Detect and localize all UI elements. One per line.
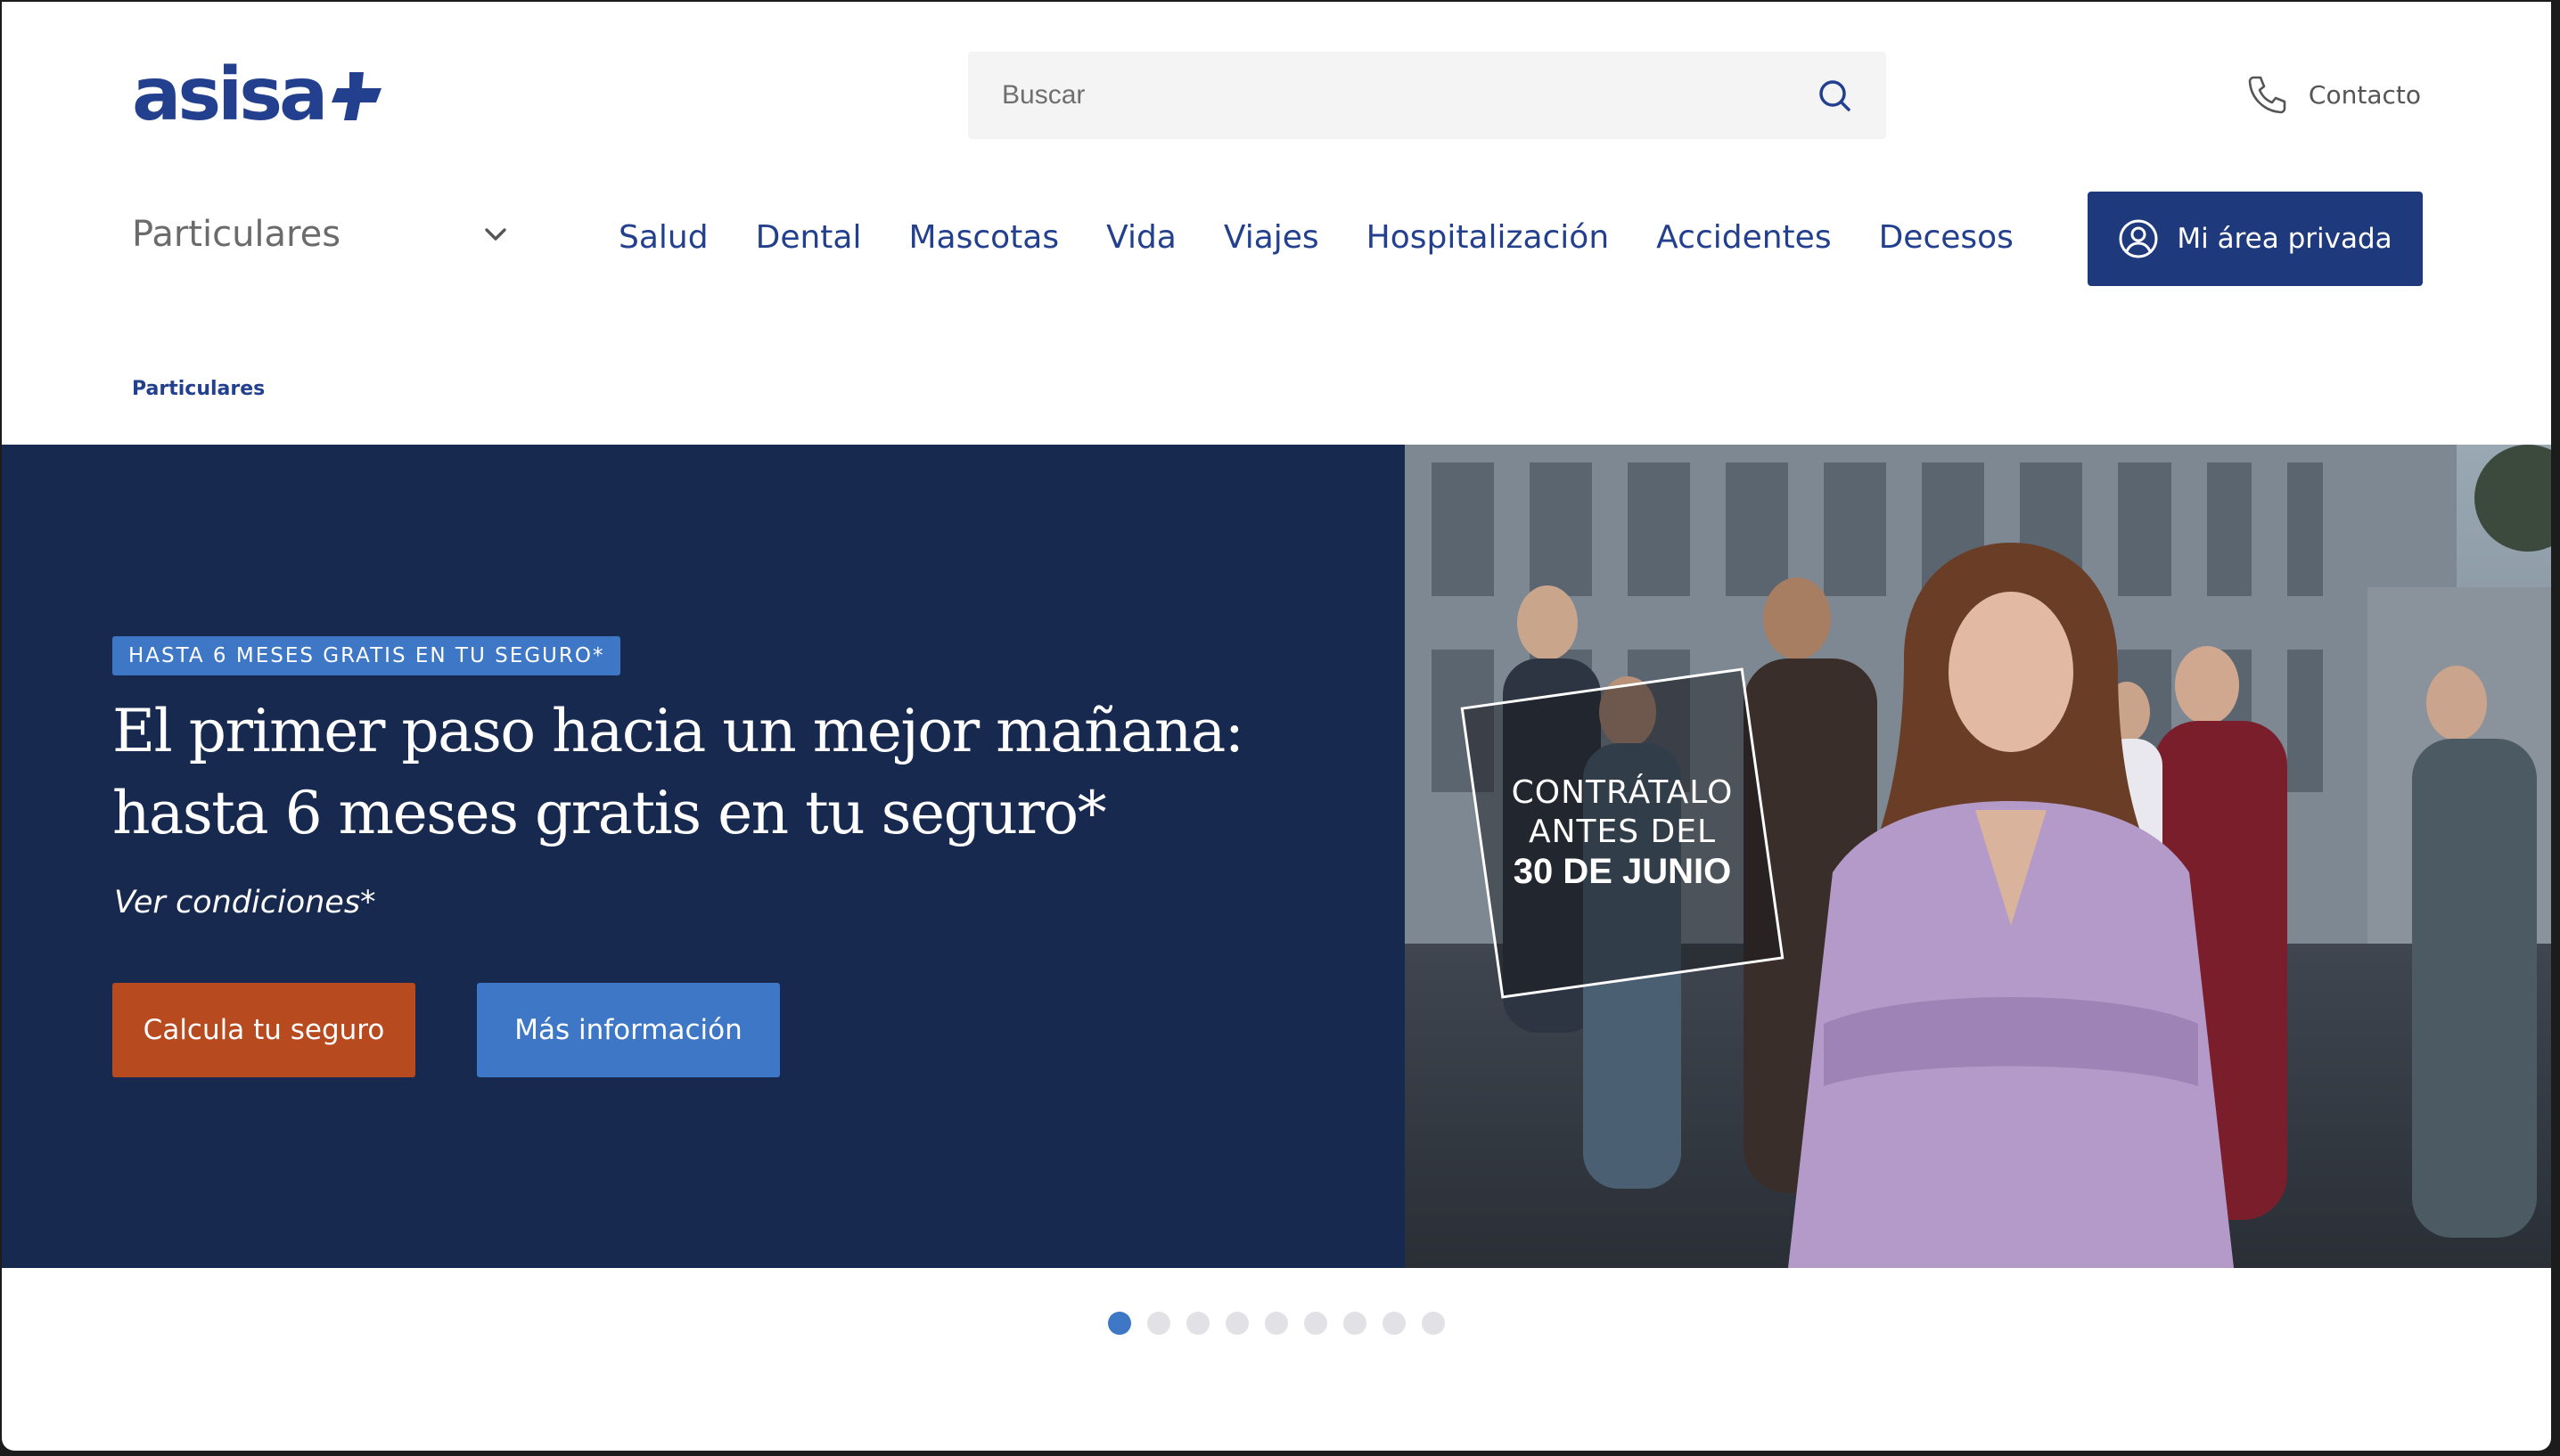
carousel-dot-7[interactable] [1343, 1312, 1366, 1335]
breadcrumb-item-particulares[interactable]: Particulares [132, 378, 265, 400]
carousel-dot-3[interactable] [1186, 1312, 1210, 1335]
search-bar[interactable] [968, 52, 1886, 139]
segment-selector[interactable]: Particulares [132, 203, 515, 266]
carousel-dot-6[interactable] [1304, 1312, 1327, 1335]
contact-label: Contacto [2308, 79, 2421, 110]
stamp-line-3: 30 DE JUNIO [1513, 852, 1732, 891]
hero-title: El primer paso hacia un mejor mañana: ha… [112, 697, 1244, 847]
carousel-dots [1108, 1312, 1445, 1335]
nav-item-salud[interactable]: Salud [619, 219, 709, 256]
carousel-dot-8[interactable] [1383, 1312, 1406, 1335]
asisa-logo[interactable]: asisa [132, 59, 408, 132]
segment-label: Particulares [132, 214, 341, 255]
contact-link[interactable]: Contacto [2244, 70, 2421, 119]
stamp-line-2: ANTES DEL [1528, 814, 1717, 850]
private-area-label: Mi área privada [2177, 223, 2392, 255]
breadcrumb: Particulares [132, 378, 265, 400]
logo-cross-icon [332, 72, 382, 120]
hero-text-panel: HASTA 6 MESES GRATIS EN TU SEGURO* El pr… [2, 445, 1405, 1268]
page: asisa Contacto Particulares Salud Dental… [2, 2, 2551, 1451]
carousel-dot-2[interactable] [1147, 1312, 1170, 1335]
stamp-line-1: CONTRÁTALO [1511, 774, 1734, 811]
nav-item-viajes[interactable]: Viajes [1224, 219, 1319, 256]
logo-wordmark: asisa [132, 53, 328, 137]
carousel-dot-5[interactable] [1265, 1312, 1288, 1335]
deadline-stamp: CONTRÁTALO ANTES DEL 30 DE JUNIO [1460, 667, 1785, 999]
nav-item-hospitalizacion[interactable]: Hospitalización [1366, 219, 1609, 256]
hero-banner: HASTA 6 MESES GRATIS EN TU SEGURO* El pr… [2, 445, 2551, 1268]
chevron-down-icon [485, 228, 506, 241]
more-info-button[interactable]: Más información [477, 983, 780, 1077]
nav-item-accidentes[interactable]: Accidentes [1656, 219, 1831, 256]
private-area-button[interactable]: Mi área privada [2088, 192, 2423, 286]
carousel-dot-1[interactable] [1108, 1312, 1131, 1335]
nav-item-vida[interactable]: Vida [1106, 219, 1177, 256]
carousel-dot-9[interactable] [1422, 1312, 1445, 1335]
search-input[interactable] [1000, 79, 1815, 111]
main-nav: Salud Dental Mascotas Vida Viajes Hospit… [619, 210, 2061, 264]
carousel-dot-4[interactable] [1226, 1312, 1249, 1335]
promo-badge: HASTA 6 MESES GRATIS EN TU SEGURO* [112, 636, 621, 675]
search-icon[interactable] [1815, 76, 1854, 115]
user-circle-icon [2119, 219, 2158, 258]
stamp-text: CONTRÁTALO ANTES DEL 30 DE JUNIO [1480, 773, 1765, 891]
conditions-link[interactable]: Ver condiciones* [114, 885, 376, 920]
nav-item-mascotas[interactable]: Mascotas [908, 219, 1059, 256]
nav-item-dental[interactable]: Dental [756, 219, 862, 256]
calculate-insurance-button[interactable]: Calcula tu seguro [112, 983, 415, 1077]
nav-item-decesos[interactable]: Decesos [1879, 219, 2014, 256]
phone-icon [2248, 76, 2286, 114]
